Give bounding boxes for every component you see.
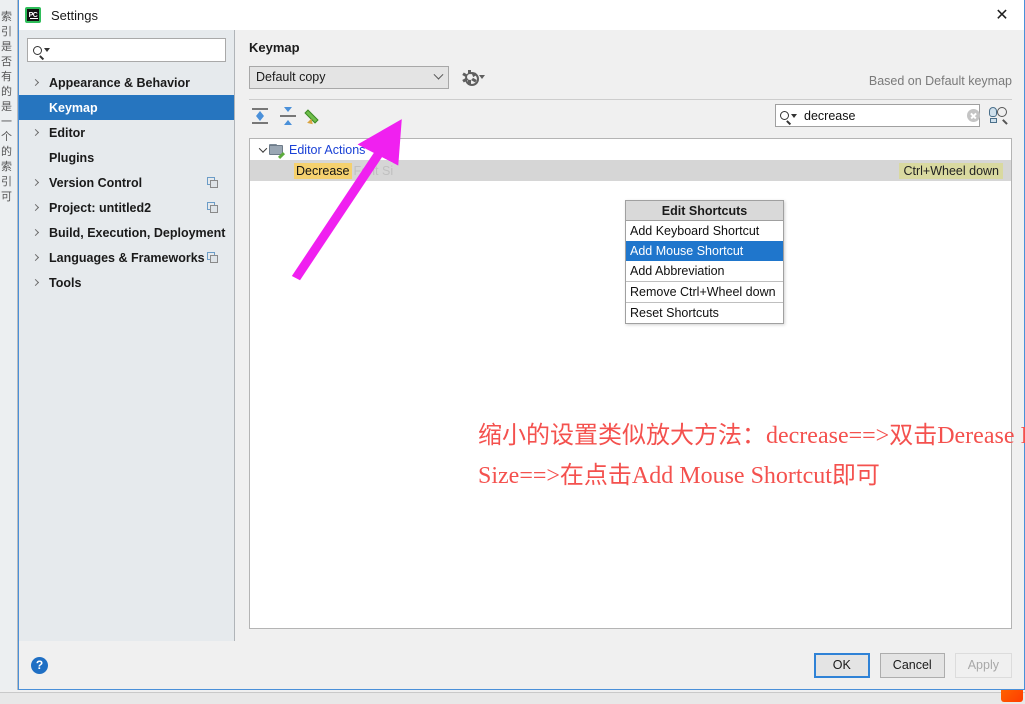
sidebar-item-build-execution-deployment[interactable]: Build, Execution, Deployment (19, 220, 234, 245)
keymap-toolbar-row: Default copy Based on Default keymap (249, 65, 1012, 89)
clear-search-icon[interactable] (967, 109, 980, 122)
chevron-down-icon[interactable] (256, 143, 269, 153)
edit-shortcut-pencil-icon[interactable] (304, 105, 327, 127)
search-input[interactable] (54, 42, 220, 58)
keymap-select[interactable]: Default copy (249, 65, 449, 89)
keymap-select-value: Default copy (256, 70, 326, 84)
expand-all-icon[interactable] (249, 105, 271, 127)
sidebar-item-tools[interactable]: Tools (19, 270, 234, 295)
tree-row-match-text: Decrease (294, 162, 352, 179)
sidebar-item-version-control[interactable]: Version Control (19, 170, 234, 195)
search-icon (33, 45, 42, 55)
sidebar-item-editor[interactable]: Editor (19, 120, 234, 145)
help-question-icon[interactable]: ? (31, 656, 48, 674)
menu-item-remove-shortcut[interactable]: Remove Ctrl+Wheel down (626, 282, 783, 302)
page-title: Keymap (249, 40, 300, 55)
menu-item-add-mouse-shortcut[interactable]: Add Mouse Shortcut (626, 241, 783, 261)
chevron-right-icon[interactable] (29, 178, 43, 187)
dialog-titlebar: PC Settings ✕ (19, 0, 1024, 30)
copy-settings-icon[interactable] (207, 177, 218, 188)
sidebar-item-label: Editor (49, 125, 86, 140)
sidebar-item-project-untitled2[interactable]: Project: untitled2 (19, 195, 234, 220)
chevron-right-icon[interactable] (29, 253, 43, 262)
search-icon (780, 111, 789, 120)
sidebar-item-languages-frameworks[interactable]: Languages & Frameworks (19, 245, 234, 270)
keymap-panel: Keymap Default copy Based on Default key… (235, 30, 1025, 641)
keymap-settings-button[interactable] (462, 71, 485, 86)
sidebar-item-plugins[interactable]: Plugins (19, 145, 234, 170)
tree-row-rest-text: Font Si (353, 163, 394, 178)
background-left-strip: 索引是否有的是一个的索引可 (0, 0, 18, 690)
sidebar-search-wrap (19, 30, 234, 68)
find-actions-input[interactable] (802, 107, 967, 124)
menu-item-reset-shortcuts[interactable]: Reset Shortcuts (626, 303, 783, 323)
shortcut-badge: Ctrl+Wheel down (899, 162, 1003, 179)
tree-group-editor-actions[interactable]: Editor Actions (250, 139, 1011, 160)
based-on-label: Based on Default keymap (868, 74, 1012, 88)
copy-settings-icon[interactable] (207, 202, 218, 213)
background-side-text: 索引是否有的是一个的索引可 (1, 11, 12, 203)
menu-item-add-keyboard-shortcut[interactable]: Add Keyboard Shortcut (626, 221, 783, 241)
sidebar-item-label: Tools (49, 275, 82, 290)
pycharm-logo-icon: PC (25, 7, 41, 23)
dialog-body: Appearance & Behavior Keymap Editor Plug… (19, 30, 1025, 641)
editor-actions-folder-icon (269, 143, 286, 159)
settings-dialog: PC Settings ✕ Appearance & Behavior Keym… (18, 0, 1025, 690)
chevron-right-icon[interactable] (29, 228, 43, 237)
chevron-right-icon[interactable] (29, 278, 43, 287)
dialog-footer: ? OK Cancel Apply (19, 641, 1024, 689)
sidebar-item-appearance-behavior[interactable]: Appearance & Behavior (19, 70, 234, 95)
sidebar-item-label: Appearance & Behavior (49, 75, 191, 90)
sidebar-item-label: Plugins (49, 150, 95, 165)
chevron-down-icon (479, 75, 485, 79)
sidebar-tree: Appearance & Behavior Keymap Editor Plug… (19, 68, 234, 641)
background-taskbar (0, 682, 1025, 704)
gear-icon (462, 71, 479, 86)
chevron-right-icon[interactable] (29, 128, 43, 137)
dialog-buttons: OK Cancel Apply (813, 652, 1012, 678)
tree-toolbar (249, 100, 1012, 132)
collapse-all-icon[interactable] (277, 105, 299, 127)
cancel-button[interactable]: Cancel (879, 652, 945, 678)
tree-group-label: Editor Actions (289, 142, 366, 157)
sidebar-item-label: Build, Execution, Deployment (49, 225, 226, 240)
menu-item-add-abbreviation[interactable]: Add Abbreviation (626, 261, 783, 281)
annotation-text: 缩小的设置类似放大方法：decrease==>双击Derease Font Si… (478, 416, 1025, 496)
find-by-shortcut-icon[interactable] (988, 106, 1008, 125)
close-icon[interactable]: ✕ (980, 0, 1024, 30)
chevron-right-icon[interactable] (29, 78, 43, 87)
sidebar-item-keymap[interactable]: Keymap (19, 95, 234, 120)
pycharm-logo-text: PC (28, 11, 38, 19)
copy-settings-icon[interactable] (207, 252, 218, 263)
context-menu-title: Edit Shortcuts (626, 201, 783, 221)
search-history-chevron-down-icon[interactable] (791, 113, 797, 118)
annotation-line-2: Size==>在点击Add Mouse Shortcut即可 (478, 463, 880, 489)
sidebar-item-label: Languages & Frameworks (49, 250, 205, 265)
sidebar-item-label: Keymap (49, 100, 98, 115)
chevron-right-icon[interactable] (29, 203, 43, 212)
tree-row[interactable]: Decrease Font Si Ctrl+Wheel down (250, 160, 1011, 181)
edit-shortcuts-context-menu[interactable]: Edit Shortcuts Add Keyboard Shortcut Add… (625, 200, 784, 324)
chevron-down-icon (433, 69, 444, 80)
sidebar-item-label: Version Control (49, 175, 143, 190)
find-actions-field[interactable] (775, 104, 980, 127)
sidebar-item-label: Project: untitled2 (49, 200, 152, 215)
settings-sidebar: Appearance & Behavior Keymap Editor Plug… (19, 30, 235, 641)
sidebar-search-box[interactable] (27, 38, 226, 62)
search-options-chevron-down-icon[interactable] (44, 48, 50, 52)
apply-button: Apply (954, 652, 1012, 678)
dialog-title: Settings (51, 7, 98, 23)
annotation-line-1: 缩小的设置类似放大方法：decrease==>双击Derease Font (478, 423, 1025, 449)
ok-button[interactable]: OK (813, 652, 870, 678)
